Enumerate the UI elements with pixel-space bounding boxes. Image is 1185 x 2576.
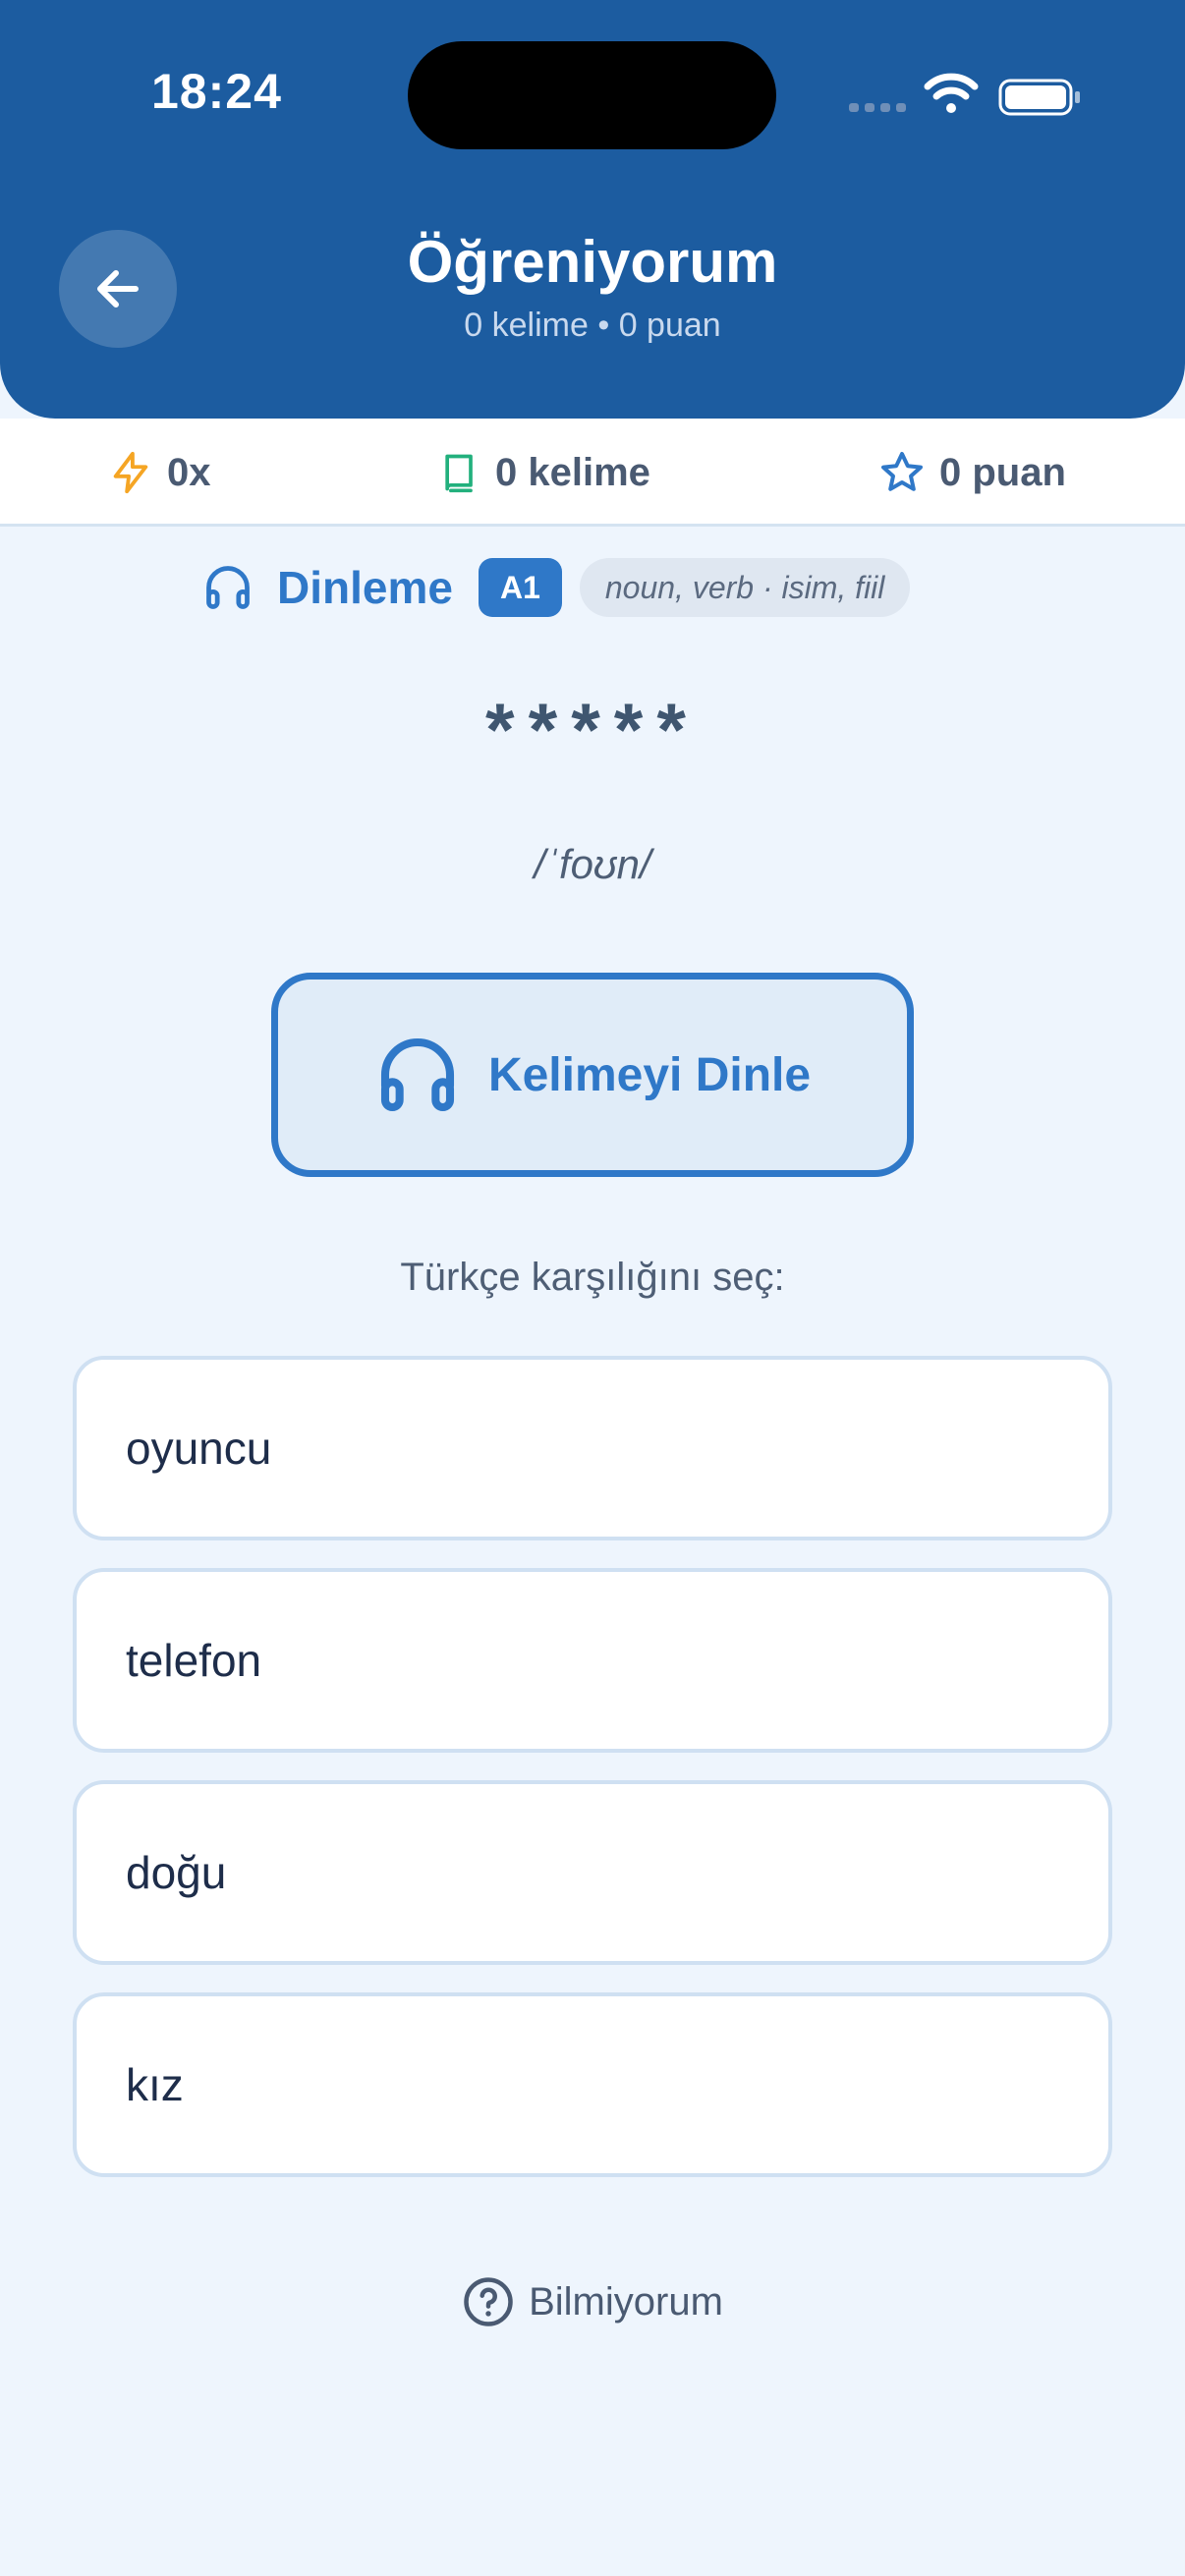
listen-word-button[interactable]: Kelimeyi Dinle [271,973,914,1177]
listen-button-label: Kelimeyi Dinle [487,1048,812,1101]
part-of-speech-badge: noun, verb · isim, fiil [579,558,911,617]
words-value: 0 kelime [495,450,650,494]
dont-know-label: Bilmiyorum [529,2279,723,2324]
points-value: 0 puan [939,450,1066,494]
book-icon [445,454,473,493]
wifi-icon [924,73,979,113]
masked-word: ***** [485,689,700,772]
answer-option[interactable]: doğu [73,1780,1112,1965]
headphones-icon [206,566,250,609]
answer-option[interactable]: oyuncu [73,1356,1112,1540]
app-header: 18:24 Öğreniyorum 0 kelime • 0 puan [0,0,1185,419]
level-badge: A1 [478,558,562,617]
star-icon [881,452,923,491]
stats-bar: 0x 0 kelime 0 puan [0,419,1185,527]
mode-label: Dinleme [277,562,453,613]
battery-icon [998,79,1080,116]
answer-options: oyuncu telefon doğu kız [73,1356,1112,2205]
page-title: Öğreniyorum [407,229,778,295]
points-stat: 0 puan [878,419,1066,527]
page-subtitle: 0 kelime • 0 puan [464,307,721,344]
dynamic-island [408,41,776,149]
lightning-icon [113,451,148,494]
dont-know-button[interactable]: Bilmiyorum [0,2275,1185,2328]
cellular-signal-icon [849,103,906,112]
question-prompt: Türkçe karşılığını seç: [400,1256,785,1299]
streak-stat: 0x [108,419,211,527]
exercise-mode-row: Dinleme A1 noun, verb · isim, fiil [202,556,911,619]
streak-value: 0x [167,450,211,494]
phonetic-transcription: /ˈfoʊn/ [534,841,651,887]
headphones-icon [380,1037,454,1112]
answer-option[interactable]: telefon [73,1568,1112,1753]
question-circle-icon [464,2277,513,2326]
status-time: 18:24 [151,64,282,119]
words-stat: 0 kelime [438,419,650,527]
answer-option[interactable]: kız [73,1992,1112,2177]
